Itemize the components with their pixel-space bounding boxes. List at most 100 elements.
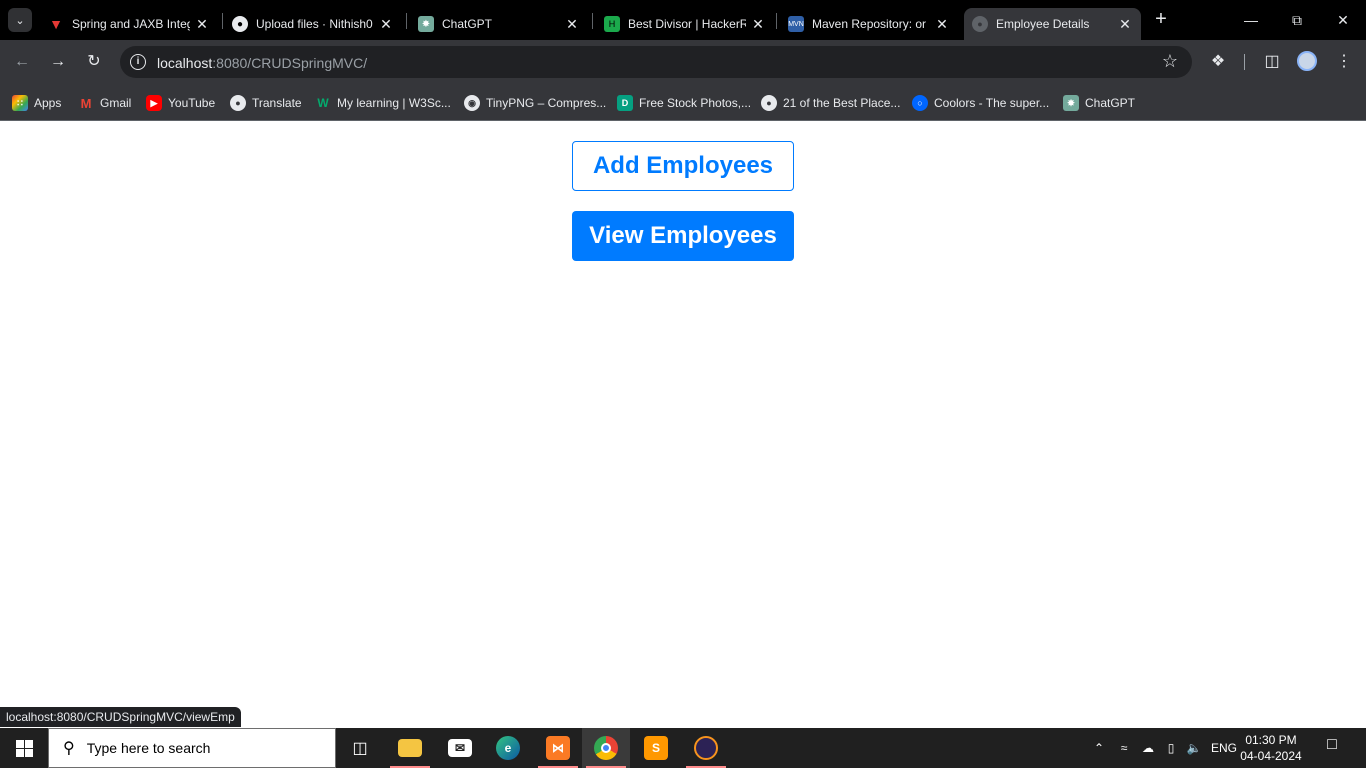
- w3schools-icon: W: [317, 96, 329, 110]
- tab-title: Maven Repository: or: [812, 17, 927, 31]
- tab-spring-jaxb[interactable]: ▼ Spring and JAXB Integ ✕: [40, 8, 218, 40]
- bookmark-label: 21 of the Best Place...: [783, 96, 901, 110]
- url-host: localhost: [157, 55, 213, 71]
- bookmark-label: YouTube: [168, 96, 216, 110]
- red-v-icon: ▼: [49, 16, 63, 32]
- bookmark-free-stock-photos[interactable]: D Free Stock Photos,...: [617, 92, 751, 114]
- bookmark-coolors[interactable]: ○ Coolors - The super...: [912, 92, 1049, 114]
- close-tab-icon[interactable]: ✕: [934, 16, 950, 32]
- taskbar-file-explorer[interactable]: [386, 728, 434, 768]
- url-path: :8080/CRUDSpringMVC/: [212, 55, 368, 71]
- search-icon: ⚲: [63, 740, 75, 757]
- windows-logo-icon: [15, 739, 33, 757]
- bookmark-youtube[interactable]: ▶ YouTube: [146, 92, 215, 114]
- github-icon: ●: [232, 16, 248, 32]
- bookmark-star-icon[interactable]: ☆: [1162, 51, 1178, 72]
- side-panel-icon[interactable]: ◫: [1260, 50, 1284, 74]
- back-button[interactable]: ←: [10, 50, 34, 74]
- tab-divider: [222, 13, 223, 29]
- bookmark-apps[interactable]: ∷ Apps: [12, 92, 61, 114]
- tab-title: Best Divisor | HackerR: [628, 17, 746, 31]
- taskbar-clock[interactable]: 01:30 PM 04-04-2024: [1240, 732, 1302, 764]
- close-tab-icon[interactable]: ✕: [378, 16, 394, 32]
- tab-employee-details[interactable]: ● Employee Details ✕: [964, 8, 1141, 40]
- panda-icon: ◉: [464, 95, 480, 111]
- extensions-puzzle-icon[interactable]: ❖: [1206, 50, 1230, 74]
- address-bar[interactable]: i localhost:8080/CRUDSpringMVC/ ☆: [120, 46, 1192, 78]
- tab-search-chevron-icon[interactable]: ⌄: [8, 8, 32, 32]
- close-tab-icon[interactable]: ✕: [564, 16, 580, 32]
- volume-icon[interactable]: 🔈: [1184, 728, 1204, 768]
- bookmark-label: Coolors - The super...: [934, 96, 1050, 110]
- tab-title: Upload files · Nithish0: [256, 17, 373, 31]
- eclipse-icon: [694, 736, 718, 760]
- pexels-icon: D: [617, 95, 633, 111]
- language-indicator[interactable]: ENG: [1208, 728, 1240, 768]
- bookmark-label: Free Stock Photos,...: [639, 96, 752, 110]
- bookmarks-bar: ∷ Apps M Gmail ▶ YouTube ● Translate W M…: [0, 85, 1366, 121]
- taskbar-edge[interactable]: e: [484, 728, 532, 768]
- globe-icon: ●: [972, 16, 988, 32]
- bookmark-w3schools[interactable]: W My learning | W3Sc...: [315, 92, 451, 114]
- profile-avatar[interactable]: [1297, 51, 1317, 71]
- coolors-icon: ○: [912, 95, 928, 111]
- chatgpt-icon: ✸: [1063, 95, 1079, 111]
- bookmark-label: Translate: [252, 96, 302, 110]
- forward-button[interactable]: →: [46, 50, 70, 74]
- globe-icon: ●: [230, 95, 246, 111]
- notification-center-icon[interactable]: □: [1318, 736, 1346, 760]
- taskbar-search[interactable]: ⚲: [48, 728, 336, 768]
- tab-hackerrank[interactable]: H Best Divisor | HackerR ✕: [596, 8, 774, 40]
- add-employees-button[interactable]: Add Employees: [572, 141, 794, 191]
- taskbar-mail[interactable]: ✉: [436, 728, 484, 768]
- tab-upload-files[interactable]: ● Upload files · Nithish0 ✕: [224, 8, 402, 40]
- task-view-button[interactable]: ◫: [336, 728, 384, 768]
- bookmark-gmail[interactable]: M Gmail: [78, 92, 132, 114]
- chrome-icon: [594, 736, 618, 760]
- youtube-icon: ▶: [146, 95, 162, 111]
- bookmark-chatgpt[interactable]: ✸ ChatGPT: [1063, 92, 1135, 114]
- wifi-icon[interactable]: ≈: [1114, 728, 1134, 768]
- task-view-icon: ◫: [352, 740, 368, 757]
- show-hidden-icons-chevron-icon[interactable]: ⌃: [1088, 728, 1110, 768]
- battery-icon[interactable]: ▯: [1160, 728, 1182, 768]
- bookmark-best-places[interactable]: ● 21 of the Best Place...: [761, 92, 900, 114]
- taskbar-eclipse[interactable]: [682, 728, 730, 768]
- menu-kebab-icon[interactable]: ⋮: [1332, 50, 1356, 74]
- bookmark-label: Gmail: [100, 96, 132, 110]
- page-content: Add Employees View Employees: [0, 121, 1366, 727]
- close-window-button[interactable]: ✕: [1320, 0, 1366, 40]
- tab-title: Employee Details: [996, 17, 1090, 31]
- reload-button[interactable]: ↻: [82, 50, 106, 74]
- edge-icon: e: [496, 736, 520, 760]
- xampp-icon: ⋈: [546, 736, 570, 760]
- taskbar-chrome[interactable]: [582, 728, 630, 768]
- view-employees-button[interactable]: View Employees: [572, 211, 794, 261]
- bookmark-tinypng[interactable]: ◉ TinyPNG – Compres...: [464, 92, 606, 114]
- restore-button[interactable]: ⧉: [1274, 0, 1320, 40]
- sublime-text-icon: S: [644, 736, 668, 760]
- close-tab-icon[interactable]: ✕: [750, 16, 766, 32]
- tab-maven[interactable]: MVN Maven Repository: or ✕: [780, 8, 958, 40]
- tab-divider: [592, 13, 593, 29]
- close-tab-icon[interactable]: ✕: [194, 16, 210, 32]
- taskbar-xampp[interactable]: ⋈: [534, 728, 582, 768]
- search-input[interactable]: [86, 740, 307, 756]
- bookmark-label: Apps: [34, 96, 62, 110]
- clock-time: 01:30 PM: [1245, 733, 1297, 747]
- tab-chatgpt[interactable]: ✸ ChatGPT ✕: [410, 8, 588, 40]
- folder-icon: [398, 739, 422, 757]
- site-info-icon[interactable]: i: [130, 54, 146, 70]
- browser-toolbar: ← → ↻ i localhost:8080/CRUDSpringMVC/ ☆ …: [0, 40, 1366, 85]
- close-tab-icon[interactable]: ✕: [1117, 16, 1133, 32]
- start-button[interactable]: [0, 728, 48, 768]
- maven-icon: MVN: [788, 16, 804, 32]
- bookmark-label: My learning | W3Sc...: [337, 96, 451, 110]
- minimize-button[interactable]: —: [1228, 0, 1274, 40]
- new-tab-button[interactable]: +: [1149, 8, 1173, 32]
- bookmark-translate[interactable]: ● Translate: [230, 92, 302, 114]
- chatgpt-icon: ✸: [418, 16, 434, 32]
- url-text[interactable]: localhost:8080/CRUDSpringMVC/: [157, 55, 367, 71]
- taskbar-sublime[interactable]: S: [632, 728, 680, 768]
- cloud-icon[interactable]: ☁: [1138, 728, 1158, 768]
